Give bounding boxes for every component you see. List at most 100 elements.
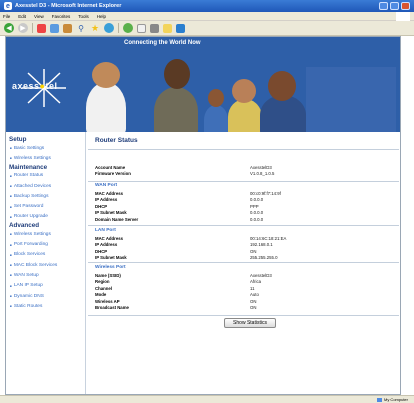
row-value: 00:c0:9f:f7:14:9f — [250, 190, 281, 196]
row-value: ON — [250, 305, 257, 311]
sidebar-item-dynamic-dns[interactable]: Dynamic DNS — [6, 291, 85, 301]
row-value: PPP — [250, 203, 259, 209]
general-info-group: Account Name AxesstelD3 Firmware Version V… — [95, 164, 395, 177]
sidebar-item-block-services[interactable]: Block Services — [6, 250, 85, 260]
sidebar-section-maintenance: Maintenance — [9, 163, 48, 171]
row-label: Domain Name Server — [95, 216, 139, 222]
row-label: IP Address — [95, 197, 118, 203]
row-value: Africa — [250, 279, 261, 285]
row-value: 192.168.0.1 — [250, 242, 273, 248]
window-titlebar: e Axesstel D3 - Microsoft Internet Explo… — [0, 0, 414, 12]
status-bar: My Computer — [0, 395, 414, 403]
sidebar-item-attached-devices[interactable]: Attached Devices — [6, 181, 85, 191]
row-value: 00:14:6C:18:21:EA — [250, 235, 287, 241]
divider — [88, 315, 399, 316]
main-content: Router Status Account Name AxesstelD3 Fir… — [88, 132, 399, 394]
menu-edit[interactable]: Edit — [18, 14, 26, 19]
row-label: DHCP — [95, 203, 108, 209]
menu-help[interactable]: Help — [97, 14, 106, 19]
banner-photo-person — [208, 89, 224, 107]
banner-photo-person — [92, 62, 120, 88]
sidebar-item-static-routes[interactable]: Static Routes — [6, 301, 85, 311]
row-label: Wireless AP — [95, 298, 120, 304]
brand-suffix: tel — [45, 81, 58, 91]
row-label: Region — [95, 279, 110, 285]
row-label: DHCP — [95, 248, 108, 254]
edit-icon[interactable] — [163, 23, 172, 33]
row-value: ON — [250, 298, 257, 304]
sidebar-item-set-password[interactable]: Set Password — [6, 201, 85, 211]
sidebar-item-basic-settings[interactable]: Basic Settings — [6, 143, 85, 153]
browser-toolbar: ◀ ▶ ⚲ ★ — [0, 21, 414, 36]
sidebar-item-wan-setup[interactable]: WAN Setup — [6, 270, 85, 280]
row-value: V1.0.8_1.0.5 — [250, 171, 275, 177]
minimize-button[interactable] — [379, 2, 388, 10]
table-row: Domain Name Server 0.0.0.0 — [95, 216, 395, 223]
row-value: 0.0.0.0 — [250, 197, 264, 203]
sidebar-item-wireless-settings[interactable]: Wireless Settings — [6, 153, 85, 163]
banner-photo-person — [154, 87, 198, 132]
row-label: Account Name — [95, 164, 126, 170]
back-icon[interactable]: ◀ — [4, 23, 14, 33]
print-icon[interactable] — [150, 23, 159, 33]
search-icon[interactable]: ⚲ — [76, 23, 86, 33]
mail-icon[interactable] — [137, 23, 146, 33]
close-button[interactable] — [401, 2, 410, 10]
menu-favorites[interactable]: Favorites — [52, 14, 71, 19]
sidebar-item-router-status[interactable]: Router Status — [6, 171, 85, 181]
favorites-icon[interactable]: ★ — [90, 23, 100, 33]
group-title: LAN Port — [95, 228, 116, 233]
row-value: ON — [250, 248, 257, 254]
wireless-port-group: Wireless Port Name (SSID) AxesstelD3 Regi… — [95, 265, 395, 311]
security-zone: My Computer — [376, 397, 408, 402]
menu-bar: File Edit View Favorites Tools Help — [0, 12, 414, 21]
window-title: Axesstel D3 - Microsoft Internet Explore… — [15, 3, 122, 9]
forward-icon[interactable]: ▶ — [18, 23, 28, 33]
media-icon[interactable] — [104, 23, 114, 33]
messenger-icon[interactable] — [176, 23, 185, 33]
table-row: Broadcast Name ON — [95, 305, 395, 312]
sidebar-item-backup-settings[interactable]: Backup Settings — [6, 191, 85, 201]
brand-prefix: axess — [12, 81, 40, 91]
table-row: IP Subnet Mask 255.255.255.0 — [95, 255, 395, 262]
window-controls — [379, 2, 410, 10]
banner-photo-person — [86, 82, 126, 132]
banner-building — [306, 67, 396, 132]
sidebar-item-lan-ip-setup[interactable]: LAN IP Setup — [6, 281, 85, 291]
history-icon[interactable] — [123, 23, 133, 33]
sidebar-item-router-upgrade[interactable]: Router Upgrade — [6, 212, 85, 222]
row-value: AxesstelD3 — [250, 164, 272, 170]
sidebar-nav: Setup Basic Settings Wireless Settings M… — [6, 132, 86, 394]
row-label: Mode — [95, 292, 107, 298]
group-title: Wireless Port — [95, 265, 126, 270]
row-label: MAC Address — [95, 235, 124, 241]
windows-logo-icon — [396, 12, 410, 21]
toolbar-separator — [118, 23, 119, 33]
brand-logo: axess●tel — [12, 81, 57, 91]
row-label: Name (SSID) — [95, 272, 121, 278]
banner-photo-person — [228, 99, 262, 132]
sidebar-section-setup: Setup — [9, 136, 27, 143]
sidebar-item-wireless-settings-adv[interactable]: Wireless Settings — [6, 229, 85, 239]
maximize-button[interactable] — [390, 2, 399, 10]
show-statistics-button[interactable]: Show Statistics — [224, 318, 276, 328]
row-label: IP Subnet Mask — [95, 255, 127, 261]
stop-icon[interactable] — [37, 23, 46, 33]
ie-icon: e — [4, 2, 12, 10]
group-title: WAN Port — [95, 183, 118, 188]
menu-view[interactable]: View — [34, 14, 44, 19]
sidebar-item-port-forwarding[interactable]: Port Forwarding — [6, 239, 85, 249]
menu-tools[interactable]: Tools — [78, 14, 89, 19]
wan-port-group: WAN Port MAC Address 00:c0:9f:f7:14:9f IP… — [95, 183, 395, 223]
home-icon[interactable] — [63, 23, 72, 33]
row-label: IP Subnet Mask — [95, 210, 127, 216]
sidebar-item-mac-block-services[interactable]: MAC Block Services — [6, 260, 85, 270]
refresh-icon[interactable] — [50, 23, 59, 33]
menu-file[interactable]: File — [3, 14, 10, 19]
banner-photo-person — [232, 79, 256, 103]
row-label: Channel — [95, 285, 112, 291]
zone-label: My Computer — [383, 397, 408, 402]
row-value: 0.0.0.0 — [250, 210, 264, 216]
divider — [88, 225, 399, 226]
row-label: Firmware Version — [95, 171, 131, 177]
